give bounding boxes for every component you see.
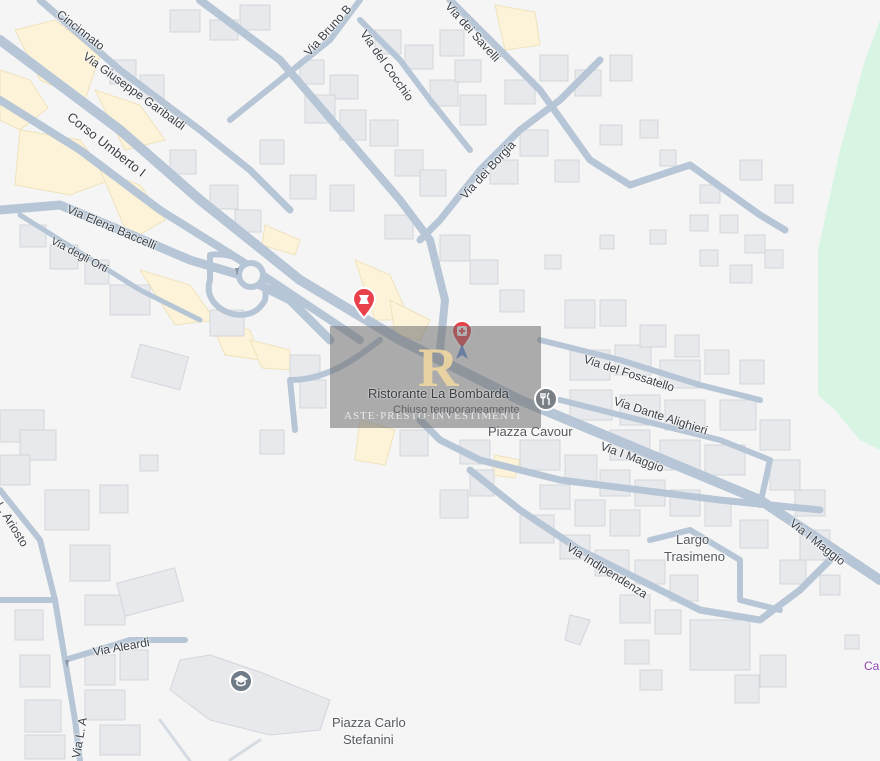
map-canvas[interactable]: Cincinnato Via Bruno B Via dei Savelli V… [0, 0, 880, 761]
roundabout [236, 260, 266, 290]
place-label-edge: Ca [864, 659, 880, 673]
place-label-trasimeno-line2: Trasimeno [664, 549, 725, 564]
place-label-trasimeno-line1: Largo [676, 532, 710, 547]
restaurant-icon[interactable] [534, 387, 558, 416]
place-label-stefanini-line2: Stefanini [343, 732, 394, 747]
museum-pin-icon[interactable] [351, 287, 377, 324]
school-icon[interactable] [229, 669, 253, 698]
park-area [818, 20, 880, 450]
poi-status: Chiuso temporaneamente [393, 404, 520, 416]
poi-name[interactable]: Ristorante La Bombarda [368, 386, 509, 401]
place-label-stefanini-line1: Piazza Carlo [332, 715, 406, 730]
